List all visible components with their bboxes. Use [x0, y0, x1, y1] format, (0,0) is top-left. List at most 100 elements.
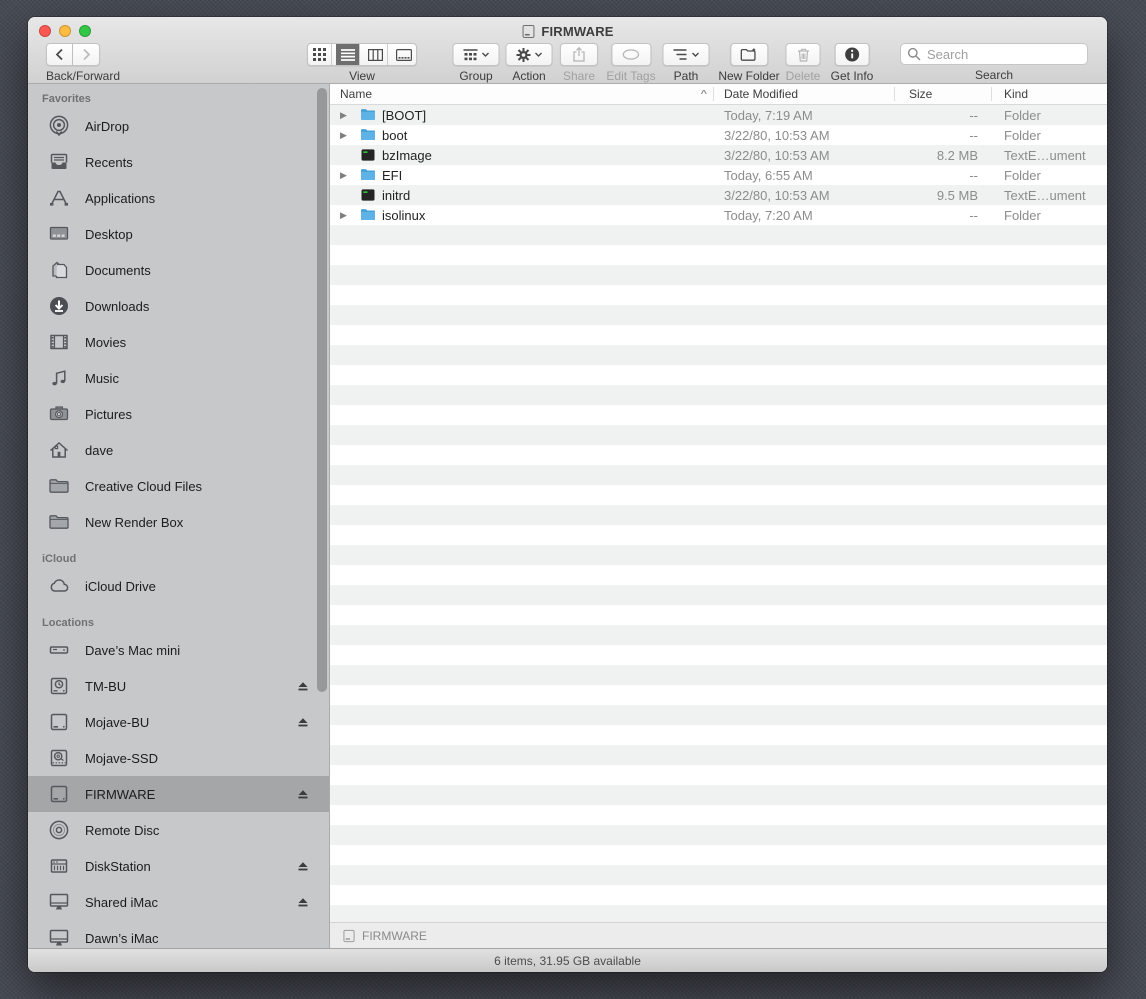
column-view-button[interactable]: [364, 44, 389, 65]
disclosure-triangle-icon[interactable]: ▶: [340, 170, 350, 181]
column-header-date-modified[interactable]: Date Modified: [714, 87, 895, 101]
documents-icon: [46, 257, 72, 283]
sidebar-item-dave[interactable]: dave: [28, 432, 329, 468]
edit-tags-button[interactable]: [611, 43, 651, 66]
sidebar-item-applications[interactable]: Applications: [28, 180, 329, 216]
gallery-view-icon: [396, 48, 413, 61]
extdrive-icon: [46, 781, 72, 807]
action-button[interactable]: [505, 43, 553, 66]
back-button[interactable]: [46, 43, 73, 66]
sidebar-item-mojave-ssd[interactable]: Mojave-SSD: [28, 740, 329, 776]
sidebar-item-creative-cloud-files[interactable]: Creative Cloud Files: [28, 468, 329, 504]
search-input[interactable]: [900, 43, 1088, 65]
sidebar-item-pictures[interactable]: Pictures: [28, 396, 329, 432]
file-row-boot[interactable]: ▶ [BOOT] Today, 7:19 AM -- Folder: [330, 105, 1107, 125]
file-row-initrd[interactable]: ▶ initrd 3/22/80, 10:53 AM 9.5 MB TextE……: [330, 185, 1107, 205]
list-header: Name ^ Date Modified Size Kind: [330, 84, 1107, 105]
nas-icon: [46, 853, 72, 879]
eject-icon[interactable]: [297, 716, 309, 728]
share-button[interactable]: [560, 43, 598, 66]
music-icon: [46, 365, 72, 391]
disclosure-triangle-icon[interactable]: ▶: [340, 110, 350, 121]
file-list-pane: Name ^ Date Modified Size Kind ▶ [BOOT] …: [330, 84, 1107, 948]
path-bar-volume[interactable]: FIRMWARE: [362, 929, 427, 943]
sidebar-item-desktop[interactable]: Desktop: [28, 216, 329, 252]
sidebar-item-diskstation[interactable]: DiskStation: [28, 848, 329, 884]
sidebar-item-remote-disc[interactable]: Remote Disc: [28, 812, 329, 848]
group-by-icon: [463, 48, 477, 61]
column-header-size[interactable]: Size: [895, 87, 992, 101]
share-label: Share: [562, 69, 596, 83]
sidebar-item-documents[interactable]: Documents: [28, 252, 329, 288]
edit-tags-label: Edit Tags: [606, 69, 656, 83]
eject-icon[interactable]: [297, 896, 309, 908]
file-row-efi[interactable]: ▶ EFI Today, 6:55 AM -- Folder: [330, 165, 1107, 185]
file-list-rows: ▶ [BOOT] Today, 7:19 AM -- Folder ▶ boot…: [330, 105, 1107, 922]
folder-icon: [360, 207, 376, 223]
new-folder-button[interactable]: [729, 43, 768, 66]
sidebar-section-title: Favorites: [42, 93, 91, 105]
imac-icon: [46, 925, 72, 948]
sidebar-section-favorites: Favorites AirDrop Recents Applications D…: [28, 90, 329, 540]
gear-icon: [516, 47, 530, 62]
delete-group: Delete: [785, 43, 821, 83]
view-label: View: [349, 69, 375, 83]
sidebar-item-icloud-drive[interactable]: iCloud Drive: [28, 568, 329, 604]
applications-icon: [46, 185, 72, 211]
new-folder-group: New Folder: [718, 43, 780, 83]
search-label: Search: [974, 68, 1014, 82]
file-row-boot[interactable]: ▶ boot 3/22/80, 10:53 AM -- Folder: [330, 125, 1107, 145]
sidebar-item-dave-s-mac-mini[interactable]: Dave’s Mac mini: [28, 632, 329, 668]
sidebar-item-tm-bu[interactable]: TM-BU: [28, 668, 329, 704]
sidebar-item-mojave-bu[interactable]: Mojave-BU: [28, 704, 329, 740]
sidebar-item-downloads[interactable]: Downloads: [28, 288, 329, 324]
sidebar-item-airdrop[interactable]: AirDrop: [28, 108, 329, 144]
sidebar-item-music[interactable]: Music: [28, 360, 329, 396]
sidebar-item-firmware[interactable]: FIRMWARE: [28, 776, 329, 812]
column-header-name[interactable]: Name ^: [330, 87, 714, 101]
get-info-group: Get Info: [831, 43, 873, 83]
volume-disk-icon: [521, 24, 536, 39]
get-info-button[interactable]: [834, 43, 870, 66]
path-list-icon: [673, 49, 687, 60]
sidebar-item-movies[interactable]: Movies: [28, 324, 329, 360]
forward-button[interactable]: [73, 43, 100, 66]
disc-icon: [46, 817, 72, 843]
disclosure-triangle-icon[interactable]: ▶: [340, 210, 350, 221]
cloud-icon: [46, 573, 72, 599]
view-group: View: [307, 43, 417, 83]
sidebar-scrollbar-thumb[interactable]: [317, 88, 327, 692]
delete-button[interactable]: [785, 43, 821, 66]
column-view-icon: [368, 48, 384, 61]
eject-icon[interactable]: [297, 788, 309, 800]
search-icon: [907, 47, 921, 61]
group-button[interactable]: [452, 43, 500, 66]
disclosure-triangle-icon[interactable]: ▶: [340, 130, 350, 141]
path-button[interactable]: [662, 43, 710, 66]
list-view-button[interactable]: [336, 44, 361, 65]
new-folder-icon: [740, 48, 757, 61]
sidebar: Favorites AirDrop Recents Applications D…: [28, 84, 330, 948]
gallery-view-button[interactable]: [392, 44, 416, 65]
file-row-bzimage[interactable]: ▶ bzImage 3/22/80, 10:53 AM 8.2 MB TextE…: [330, 145, 1107, 165]
sidebar-item-recents[interactable]: Recents: [28, 144, 329, 180]
list-view-icon: [340, 48, 355, 61]
sidebar-item-shared-imac[interactable]: Shared iMac: [28, 884, 329, 920]
status-text: 6 items, 31.95 GB available: [494, 953, 641, 968]
window-title: FIRMWARE: [28, 23, 1107, 40]
chevron-down-icon: [691, 52, 699, 57]
finder-window: FIRMWARE Back/Forward View Group Action …: [28, 17, 1107, 972]
chevron-right-icon: [82, 48, 91, 61]
file-row-isolinux[interactable]: ▶ isolinux Today, 7:20 AM -- Folder: [330, 205, 1107, 225]
window-title-text: FIRMWARE: [541, 24, 614, 39]
eject-icon[interactable]: [297, 860, 309, 872]
back-forward-label: Back/Forward: [46, 69, 121, 83]
new-folder-label: New Folder: [718, 69, 780, 83]
action-group: Action: [505, 43, 553, 83]
sidebar-section-title: iCloud: [42, 553, 77, 565]
sidebar-item-dawn-s-imac[interactable]: Dawn’s iMac: [28, 920, 329, 948]
sidebar-item-new-render-box[interactable]: New Render Box: [28, 504, 329, 540]
column-header-kind[interactable]: Kind: [992, 87, 1107, 101]
eject-icon[interactable]: [297, 680, 309, 692]
icon-view-button[interactable]: [308, 44, 333, 65]
